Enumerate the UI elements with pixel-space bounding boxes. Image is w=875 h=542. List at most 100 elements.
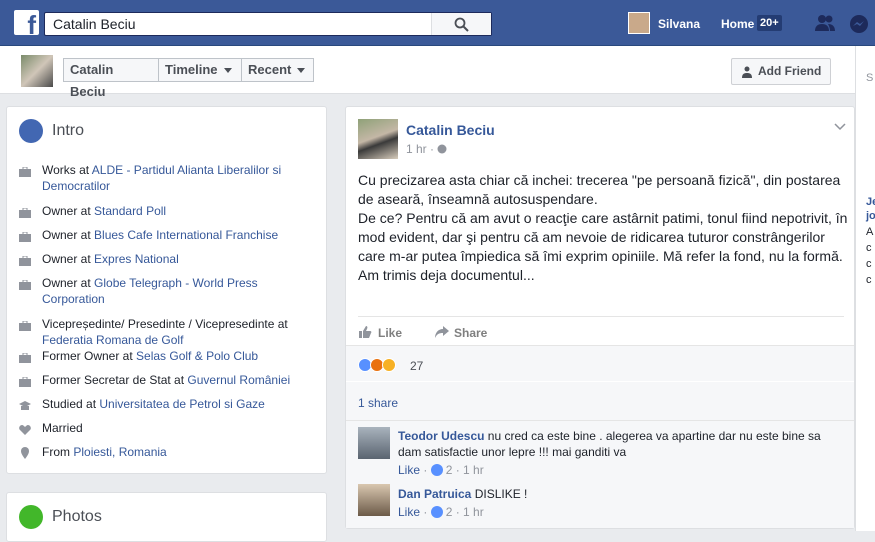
briefcase-icon [19, 278, 31, 290]
intro-row-text: Vicepreședinte/ Presedinte / Vicepresedi… [42, 316, 322, 348]
comment-text: Dan Patruica DISLIKE ! [398, 486, 838, 502]
home-badge: 20+ [757, 15, 782, 31]
shares-link[interactable]: 1 share [358, 396, 398, 410]
intro-row-text: Owner at Standard Poll [42, 203, 322, 219]
briefcase-icon [19, 351, 31, 363]
facebook-logo-icon[interactable]: f [14, 10, 39, 35]
home-link[interactable]: Home [721, 17, 754, 31]
comment-like-count: 2 [445, 463, 453, 477]
share-icon [435, 326, 449, 338]
intro-row-prefix: Owner at [42, 276, 95, 290]
post-time: 1 hr · [406, 142, 438, 156]
briefcase-icon [19, 230, 31, 242]
comment-avatar[interactable] [358, 427, 390, 459]
haha-reaction-icon [382, 358, 396, 372]
pin-icon [19, 447, 31, 459]
intro-row-prefix: Owner at [42, 204, 95, 218]
intro-row-text: Former Owner at Selas Golf & Polo Club [42, 348, 322, 364]
photos-card: Photos [6, 492, 327, 542]
like-reaction-icon [430, 464, 443, 476]
briefcase-icon [19, 375, 31, 387]
timeline-label: Timeline [165, 62, 218, 77]
post-timestamp[interactable]: 1 hr · [406, 142, 447, 156]
intro-row-link[interactable]: Expres National [94, 252, 179, 266]
user-name: Silvana [658, 17, 701, 31]
intro-card: Intro Works at ALDE - Partidul Alianta L… [6, 106, 327, 474]
intro-row-text: Owner at Globe Telegraph - World Press C… [42, 275, 322, 307]
intro-row-prefix: Former Owner at [42, 349, 137, 363]
comment-author[interactable]: Teodor Udescu [398, 429, 484, 443]
add-friend-button[interactable]: Add Friend [731, 58, 831, 85]
chevron-down-icon [223, 68, 232, 74]
intro-row-link[interactable]: Ploiesti, Romania [73, 445, 166, 459]
top-bar: f Catalin Beciu Silvana Home 20+ [0, 0, 875, 46]
intro-row-link[interactable]: Standard Poll [94, 204, 166, 218]
chevron-down-icon[interactable] [834, 123, 846, 131]
right-rail-text: A [866, 226, 874, 238]
intro-row-link[interactable]: Guvernul României [187, 373, 290, 387]
avatar [628, 12, 650, 34]
timeline-dropdown[interactable]: Timeline [158, 58, 242, 82]
search-button[interactable] [431, 13, 491, 35]
shares-bar: 1 share [346, 382, 854, 420]
comment-like-link[interactable]: Like [398, 505, 420, 519]
comment-author[interactable]: Dan Patruica [398, 487, 471, 501]
right-rail-text[interactable]: Je [866, 196, 875, 208]
comment-meta: Like · 2 · 1 hr [398, 463, 484, 477]
comment-like-count: 2 [445, 505, 453, 519]
recent-dropdown[interactable]: Recent [241, 58, 314, 82]
comment-avatar[interactable] [358, 484, 390, 516]
search-input[interactable]: Catalin Beciu [53, 16, 136, 32]
post-author[interactable]: Catalin Beciu [406, 122, 495, 138]
briefcase-icon [19, 319, 31, 331]
briefcase-icon [19, 165, 31, 177]
add-friend-icon [742, 66, 752, 78]
intro-title: Intro [52, 122, 85, 139]
profile-subnav: Catalin Beciu Timeline Recent [0, 46, 855, 99]
intro-row-link[interactable]: Blues Cafe International Franchise [94, 228, 278, 242]
thumbs-up-icon [359, 326, 372, 338]
intro-row-text: Owner at Blues Cafe International Franch… [42, 227, 322, 243]
post-body: Cu precizarea asta chiar că inchei: trec… [358, 171, 848, 285]
share-label: Share [454, 326, 488, 340]
intro-row-text: Works at ALDE - Partidul Alianta Liberal… [42, 162, 322, 194]
intro-row-text: From Ploiesti, Romania [42, 444, 322, 460]
reaction-count: 27 [410, 359, 424, 373]
comment-like-link[interactable]: Like [398, 463, 420, 477]
right-rail [855, 46, 875, 531]
post-paragraph: Cu precizarea asta chiar că inchei: trec… [358, 172, 841, 207]
intro-row-prefix: Vicepreședinte/ Presedinte / Vicepresedi… [42, 317, 288, 331]
messenger-icon[interactable] [849, 14, 869, 34]
profile-name-button[interactable]: Catalin Beciu [63, 58, 159, 99]
recent-label: Recent [248, 62, 292, 77]
intro-row-link[interactable]: Federatia Romana de Golf [42, 333, 183, 347]
right-rail-text: c [866, 242, 872, 254]
chevron-down-icon [297, 68, 306, 74]
reactions-bar[interactable]: 27 [346, 345, 854, 381]
profile-avatar[interactable] [21, 55, 53, 87]
briefcase-icon [19, 206, 31, 218]
intro-row-prefix: Owner at [42, 228, 95, 242]
intro-row-text: Married [42, 420, 322, 436]
intro-row-prefix: Works at [42, 163, 92, 177]
photos-title[interactable]: Photos [52, 508, 102, 526]
right-rail-text[interactable]: jo [866, 210, 875, 222]
school-icon [19, 399, 31, 410]
right-rail-text: S [866, 72, 874, 84]
right-rail-text: c [866, 274, 872, 286]
intro-row-prefix: Former Secretar de Stat at [42, 373, 188, 387]
like-reaction-icon [430, 506, 443, 518]
post-paragraph: Am trimis deja documentul... [358, 267, 535, 283]
comment-time[interactable]: 1 hr [463, 505, 484, 519]
post-author-avatar[interactable] [358, 119, 398, 159]
intro-row-prefix: Studied at [42, 397, 100, 411]
intro-row-link[interactable]: Selas Golf & Polo Club [136, 349, 258, 363]
intro-row-prefix: From [42, 445, 74, 459]
comment: Dan Patruica DISLIKE ! Like · 2 · 1 hr [346, 480, 854, 528]
friend-requests-icon[interactable] [814, 14, 836, 32]
comment-time[interactable]: 1 hr [463, 463, 484, 477]
profile-name: Catalin Beciu [70, 62, 114, 99]
heart-icon [19, 423, 31, 435]
intro-row-link[interactable]: Universitatea de Petrol si Gaze [99, 397, 264, 411]
comment-body: DISLIKE ! [471, 487, 528, 501]
